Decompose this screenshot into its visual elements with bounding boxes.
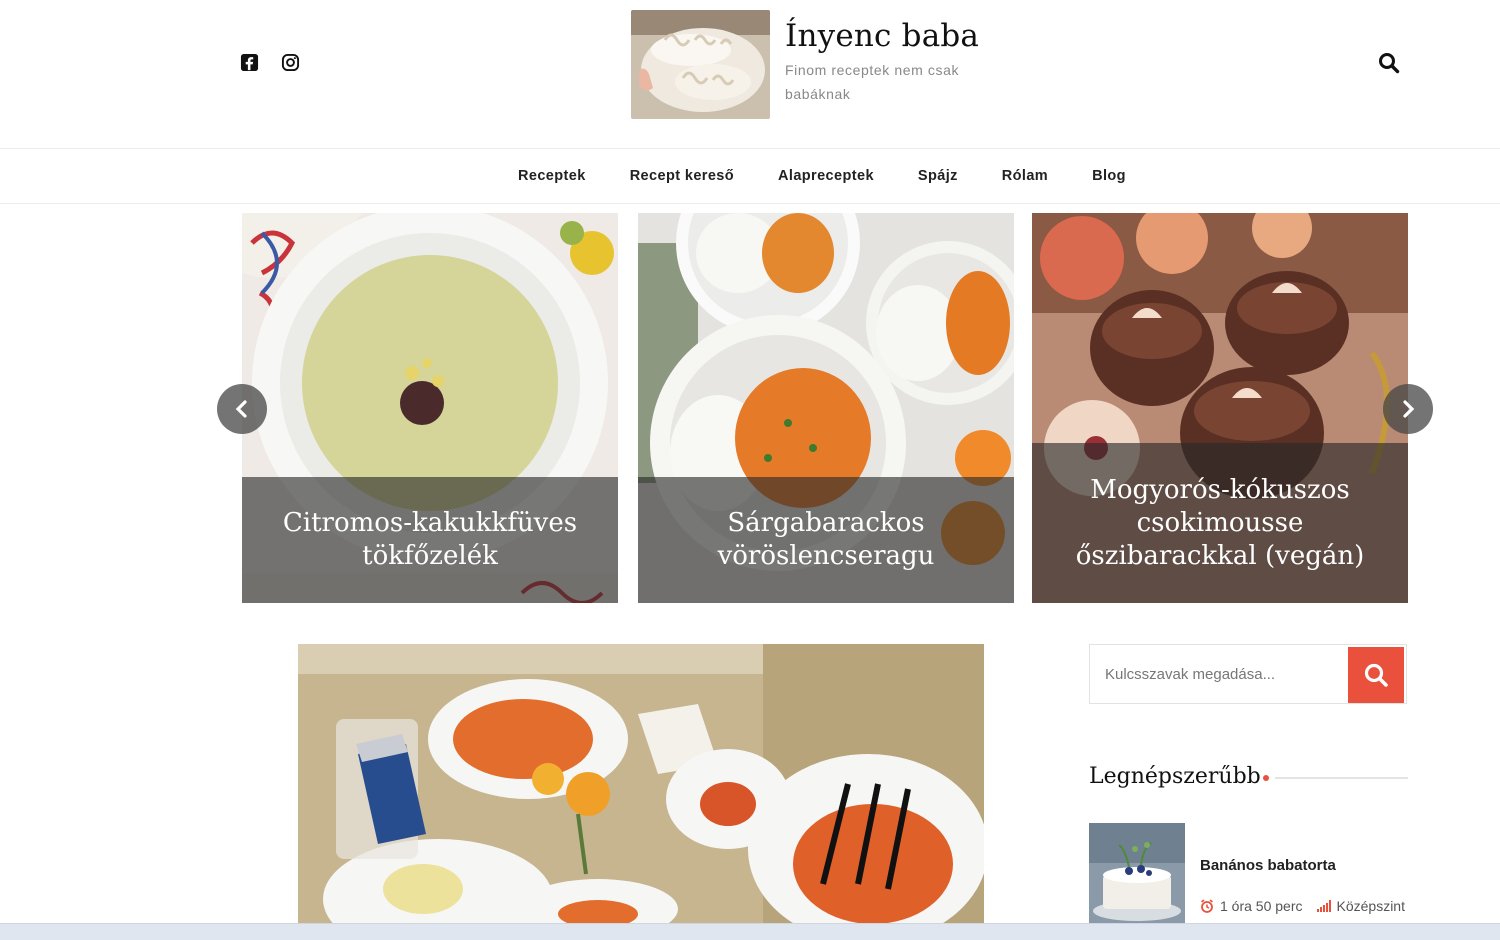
slide-title[interactable]: Sárgabarackos vöröslencseragu [638,507,1014,573]
slider-prev-button[interactable] [217,384,267,434]
instagram-icon[interactable] [281,53,300,72]
popular-item-meta: 1 óra 50 perc Középszint [1200,898,1405,914]
main-navigation: Receptek Recept kereső Alapreceptek Spáj… [0,148,1500,204]
sidebar-search [1089,644,1407,704]
popular-item-time: 1 óra 50 perc [1220,898,1303,914]
chevron-right-icon [1403,400,1415,418]
alarm-clock-icon [1201,899,1213,913]
chevron-left-icon [235,400,247,418]
slide-title[interactable]: Citromos-kakukkfüves tökfőzelék [242,507,618,573]
site-title[interactable]: Ínyenc baba [785,18,979,54]
difficulty-bars-icon [1316,900,1331,912]
site-tagline: Finom receptek nem csak babáknak [785,62,960,102]
nav-item-alapreceptek[interactable]: Alapreceptek [778,168,874,184]
search-input[interactable] [1091,646,1341,702]
site-logo[interactable] [631,10,770,119]
nav-item-blog[interactable]: Blog [1092,168,1126,184]
os-taskbar [0,923,1500,940]
site-header: Ínyenc baba Finom receptek nem csak babá… [0,0,1500,148]
featured-post-image[interactable] [298,644,984,924]
slide-caption[interactable]: Mogyorós-kókuszos csokimousse őszibarack… [1032,443,1408,603]
facebook-icon[interactable] [240,53,259,72]
slide-card[interactable]: Citromos-kakukkfüves tökfőzelék [242,213,618,603]
nav-item-receptek[interactable]: Receptek [518,168,586,184]
popular-item-title[interactable]: Banános babatorta [1200,857,1336,874]
widget-title-popular: Legnépszerűbb [1089,764,1261,789]
social-links [240,53,300,72]
widget-title-divider [1263,775,1408,781]
popular-item-thumbnail[interactable] [1089,823,1185,923]
nav-item-recept-kereso[interactable]: Recept kereső [630,168,734,184]
slide-card[interactable]: Mogyorós-kókuszos csokimousse őszibarack… [1032,213,1408,603]
slide-caption[interactable]: Sárgabarackos vöröslencseragu [638,477,1014,603]
slide-caption[interactable]: Citromos-kakukkfüves tökfőzelék [242,477,618,603]
slider-next-button[interactable] [1383,384,1433,434]
slide-card[interactable]: Sárgabarackos vöröslencseragu [638,213,1014,603]
nav-item-spajz[interactable]: Spájz [918,168,958,184]
featured-slider: Citromos-kakukkfüves tökfőzelék Sárgabar… [242,213,1408,603]
search-button[interactable] [1348,647,1404,703]
search-icon[interactable] [1378,52,1400,74]
nav-item-rolam[interactable]: Rólam [1002,168,1048,184]
search-icon [1364,663,1388,687]
popular-item-difficulty: Középszint [1336,898,1405,914]
slide-title[interactable]: Mogyorós-kókuszos csokimousse őszibarack… [1032,474,1408,573]
